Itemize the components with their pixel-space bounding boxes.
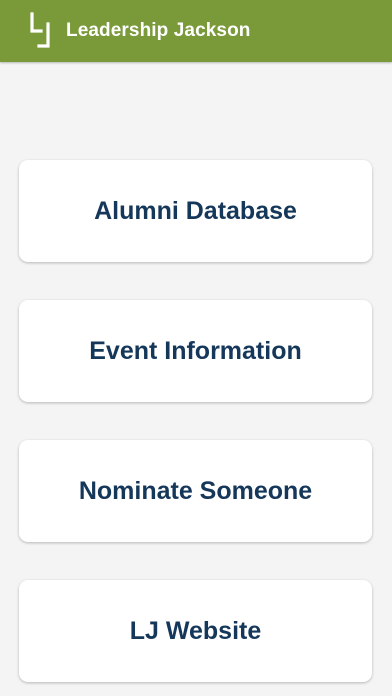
event-information-label: Event Information <box>89 336 302 365</box>
main-menu: Alumni Database Event Information Nomina… <box>19 160 372 682</box>
alumni-database-button[interactable]: Alumni Database <box>19 160 372 262</box>
event-information-button[interactable]: Event Information <box>19 300 372 402</box>
lj-website-button[interactable]: LJ Website <box>19 580 372 682</box>
nominate-someone-button[interactable]: Nominate Someone <box>19 440 372 542</box>
app-header: Leadership Jackson <box>0 0 392 62</box>
app-screen: Leadership Jackson Alumni Database Event… <box>0 0 392 696</box>
lj-website-label: LJ Website <box>129 616 262 645</box>
app-title: Leadership Jackson <box>66 20 251 41</box>
alumni-database-label: Alumni Database <box>94 196 297 225</box>
nominate-someone-label: Nominate Someone <box>78 476 313 505</box>
lj-logo-icon <box>30 12 50 48</box>
